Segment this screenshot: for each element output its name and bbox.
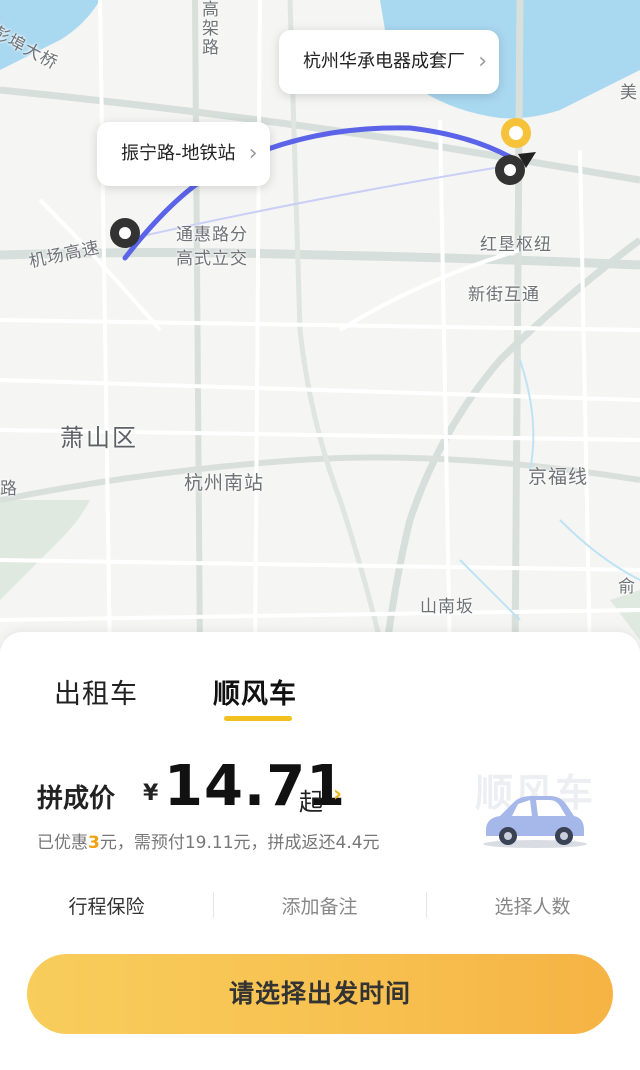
map-label-hongken: 红垦枢纽: [480, 235, 552, 255]
add-note-button[interactable]: 添加备注: [213, 892, 426, 919]
active-tab-indicator: [224, 716, 292, 721]
map-label-right-bottom: 俞: [618, 577, 636, 597]
select-passengers-button[interactable]: 选择人数: [426, 892, 639, 919]
car-icon: [483, 796, 587, 848]
map-label-shannanban: 山南坂: [420, 597, 474, 617]
discount-rest: 元，需预付19.11元，拼成返还4.4元: [99, 833, 380, 853]
discount-prefix: 已优惠: [37, 833, 88, 853]
map-view[interactable]: 彭埠大桥 高架路 机场高速 通惠路分 高式立交 红垦枢纽 新街互通 萧山区 杭州…: [0, 0, 640, 660]
options-row: 行程保险 添加备注 选择人数: [0, 882, 640, 932]
map-label-tonghui-2: 高式立交: [176, 249, 248, 269]
destination-bubble[interactable]: 杭州华承电器成套厂 ›: [279, 30, 499, 94]
destination-name: 杭州华承电器成套厂: [303, 51, 465, 72]
price-label: 拼成价: [37, 784, 116, 814]
tab-taxi[interactable]: 出租车: [54, 672, 138, 711]
chevron-right-icon: ›: [478, 49, 487, 74]
map-label-tonghui-1: 通惠路分: [176, 225, 248, 245]
route-line: [122, 125, 515, 261]
ride-panel: 出租车 顺风车 拼成价 ¥ 14.71 起 › 已优惠3元，需预付19.11元，…: [0, 632, 640, 1070]
map-label-south-station: 杭州南站: [184, 472, 265, 494]
chevron-right-icon[interactable]: ›: [333, 782, 342, 807]
trip-insurance-button[interactable]: 行程保险: [0, 892, 213, 919]
discount-amount: 3: [88, 833, 100, 853]
origin-name: 振宁路-地铁站: [121, 143, 236, 164]
map-label-left-road: 路: [0, 479, 18, 499]
chevron-right-icon: ›: [248, 141, 258, 166]
origin-pin-icon[interactable]: [110, 218, 140, 248]
tab-carpool[interactable]: 顺风车: [213, 672, 297, 711]
discount-info: 已优惠3元，需预付19.11元，拼成返还4.4元: [37, 828, 380, 853]
currency-symbol: ¥: [143, 781, 159, 806]
origin-bubble[interactable]: 振宁路-地铁站 ›: [97, 122, 270, 186]
price-suffix: 起: [299, 788, 323, 816]
map-label-right-top: 美: [620, 83, 638, 103]
map-label-xinjie: 新街互通: [468, 285, 540, 305]
select-departure-time-button[interactable]: 请选择出发时间: [27, 954, 613, 1034]
map-label-xiaoshan: 萧山区: [60, 424, 138, 452]
heading-arrow-icon: [518, 152, 536, 168]
map-label-jingfu: 京福线: [528, 466, 589, 488]
map-label-elevated: 高架路: [198, 0, 218, 57]
destination-pin-icon[interactable]: [501, 118, 531, 148]
